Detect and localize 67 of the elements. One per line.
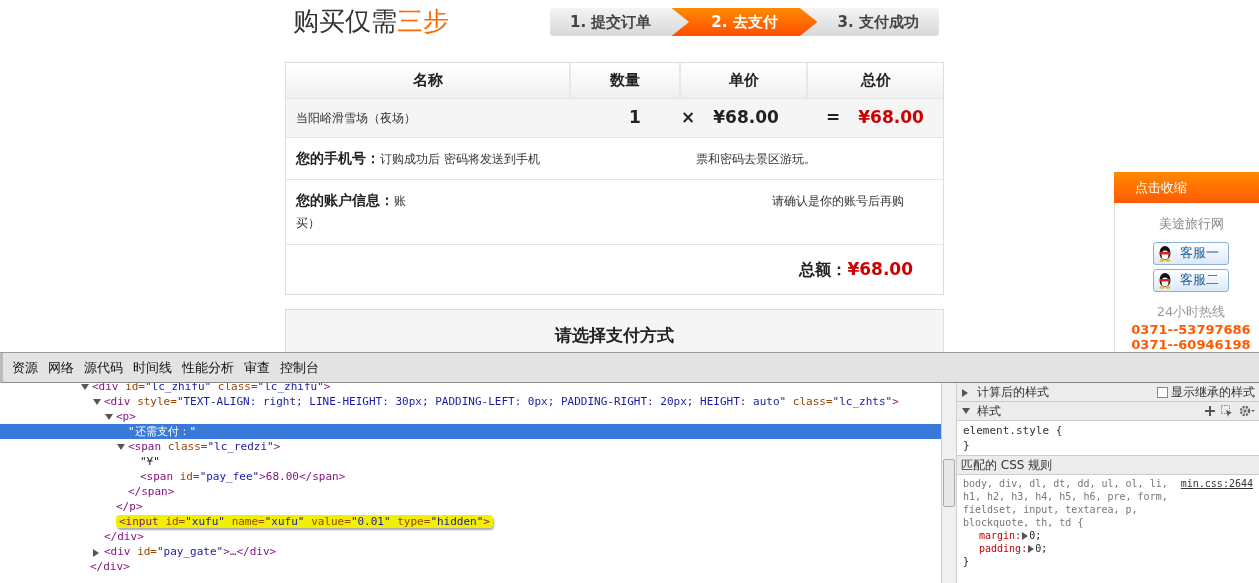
dom-node-line[interactable]: <span class="lc_redzi">	[0, 439, 941, 454]
devtools-tab[interactable]: 源代码	[84, 357, 123, 378]
site-name: 美途旅行网	[1158, 215, 1224, 233]
css-selector: body, div, dl, dt, dd, ul, ol, li, h1, h2, h3, h4, h5, h6, pre, form, fieldset, input, textarea, p, blockquote, th, td {	[963, 477, 1169, 529]
devtools-tab[interactable]: 控制台	[280, 357, 319, 378]
phone-number: 0371--60946198	[1131, 337, 1251, 352]
chat-button[interactable]: 客服二	[1153, 268, 1229, 292]
devtools-tab[interactable]: 资源	[12, 357, 38, 378]
section-title: 请选择支付方式	[555, 324, 674, 347]
hotline-label: 24小时热线	[1156, 302, 1226, 321]
total-label: 总额：	[799, 258, 848, 281]
progress-step: 2. 去支付	[671, 8, 818, 36]
style-rule-line: element.style {	[963, 423, 1064, 438]
panel-title: 样式	[977, 403, 1001, 420]
dom-node-line[interactable]: </p>	[0, 499, 941, 514]
css-property-value: 0;	[1035, 542, 1048, 555]
field-label: 您的手机号：	[296, 149, 380, 168]
dom-node-line[interactable]: </div>	[0, 559, 941, 574]
source-link[interactable]: min.css:2644	[1180, 477, 1253, 529]
progress-step: 3. 支付成功	[817, 8, 939, 36]
css-property-value: 0;	[1029, 529, 1042, 542]
progress-step: 1. 提交订单	[550, 8, 672, 36]
times-sign: ×	[681, 106, 696, 130]
panel-header: 匹配的 CSS 规则	[957, 456, 1259, 475]
penguin-icon	[1158, 244, 1172, 262]
checkbox[interactable]	[1157, 386, 1168, 398]
equals-sign: =	[826, 106, 841, 130]
css-property-name: padding:	[979, 542, 1028, 555]
table-cell-text: 当阳峪滑雪场（夜场）	[295, 110, 417, 127]
dom-node-line[interactable]: "¥"	[0, 454, 941, 469]
gear-icon[interactable]	[1239, 405, 1255, 417]
table-cell-text: ¥68.00	[858, 106, 924, 130]
devtools-tab[interactable]: 时间线	[133, 357, 172, 378]
checkbox-label: 显示继承的样式	[1171, 384, 1255, 401]
total-amount: ¥68.00	[847, 257, 913, 281]
penguin-icon	[1158, 271, 1172, 289]
phone-number: 0371--53797686	[1131, 322, 1251, 337]
css-property-name: margin:	[979, 529, 1022, 542]
dom-node-line[interactable]: </span>	[0, 484, 941, 499]
add-icon[interactable]	[1205, 406, 1215, 416]
style-rule-line: }	[963, 555, 971, 568]
info-text: 账	[394, 193, 406, 210]
field-label: 您的账户信息：	[296, 191, 394, 210]
table-cell-text: 1	[628, 106, 641, 130]
dom-node-line[interactable]: <span id="pay_fee">68.00</span>	[0, 469, 941, 484]
devtools-tab[interactable]: 审查	[244, 357, 270, 378]
dom-node-line[interactable]: </div>	[0, 529, 941, 544]
dom-node-line[interactable]: <input id="xufu" name="xufu" value="0.01" type="hidden">	[0, 514, 941, 529]
page-heading: 购买仅需三步	[293, 5, 449, 38]
table-cell-text: ¥68.00	[713, 106, 779, 130]
panel-title: 计算后的样式	[977, 384, 1049, 401]
style-rule-line: }	[963, 438, 971, 453]
dom-node-line[interactable]: <p>	[0, 409, 941, 424]
column-header: 总价	[859, 70, 892, 92]
panel-header[interactable]: 计算后的样式 显示继承的样式	[957, 383, 1259, 402]
info-text: 请确认是你的账号后再购	[772, 193, 904, 210]
scrollbar[interactable]	[941, 383, 957, 583]
info-text: 票和密码去景区游玩。	[695, 151, 816, 168]
devtools-tab[interactable]: 网络	[48, 357, 74, 378]
dom-node-line[interactable]: <div style="TEXT-ALIGN: right; LINE-HEIGHT: 30px; PADDING-LEFT: 0px; PADDING-RIGHT: 20px; HEIGHT: auto" class="lc_zhts">	[0, 394, 941, 409]
info-text: 买）	[296, 215, 320, 232]
dom-node-line[interactable]: <div id="pay_gate">…</div>	[0, 544, 941, 559]
devtools-tab[interactable]: 性能分析	[182, 357, 234, 378]
chat-button[interactable]: 客服一	[1153, 241, 1229, 265]
select-element-icon[interactable]	[1221, 405, 1233, 417]
info-text: 订购成功后 密码将发送到手机	[380, 151, 540, 168]
panel-header[interactable]: 样式	[957, 402, 1259, 421]
